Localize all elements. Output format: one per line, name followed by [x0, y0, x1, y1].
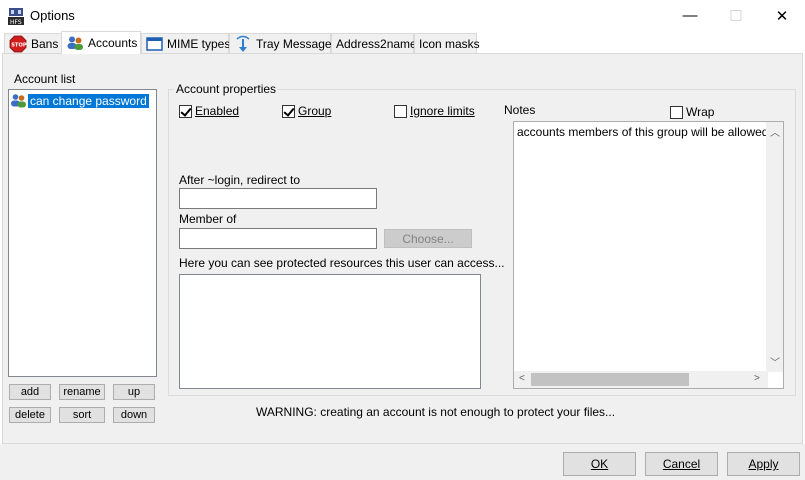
- notes-text: accounts members of this group will be a…: [517, 125, 784, 139]
- notes-textarea[interactable]: accounts members of this group will be a…: [513, 121, 784, 389]
- tab-label: Bans: [31, 36, 59, 51]
- stop-icon: STOP: [9, 35, 27, 52]
- tab-mime-types[interactable]: MIME types: [141, 33, 231, 53]
- tab-bans[interactable]: STOP Bans: [4, 33, 62, 53]
- notes-label: Notes: [504, 103, 536, 117]
- horizontal-scrollbar[interactable]: < >: [514, 371, 768, 388]
- ignore-limits-checkbox[interactable]: Ignore limits: [394, 104, 475, 118]
- button-label: Apply: [748, 457, 779, 471]
- down-button[interactable]: down: [113, 407, 155, 423]
- checkbox-box[interactable]: [670, 105, 683, 119]
- add-button[interactable]: add: [9, 384, 51, 400]
- apply-button[interactable]: Apply: [727, 452, 800, 476]
- tray-icon: [236, 35, 250, 52]
- tab-address2name[interactable]: Address2name: [331, 33, 417, 53]
- resources-list[interactable]: [179, 274, 481, 389]
- scroll-down-icon[interactable]: ﹀: [770, 354, 780, 369]
- tab-tray-message[interactable]: Tray Message: [229, 33, 332, 53]
- hfs-app-icon: HFS: [8, 7, 24, 26]
- checkbox-box[interactable]: [179, 104, 192, 118]
- resources-label: Here you can see protected resources thi…: [179, 256, 505, 270]
- account-properties-label: Account properties: [174, 82, 279, 96]
- checkbox-label: Ignore limits: [410, 104, 475, 118]
- tab-label: MIME types: [167, 36, 231, 51]
- scroll-up-icon[interactable]: ︿: [770, 124, 780, 139]
- scroll-right-icon[interactable]: >: [754, 373, 760, 384]
- close-button[interactable]: ✕: [759, 0, 805, 31]
- cancel-button[interactable]: Cancel: [645, 452, 718, 476]
- svg-text:STOP: STOP: [11, 42, 27, 48]
- delete-button[interactable]: delete: [9, 407, 51, 423]
- redirect-input[interactable]: [179, 188, 377, 209]
- tab-icon-masks[interactable]: Icon masks: [414, 33, 480, 53]
- account-list-label: Account list: [14, 72, 76, 86]
- tab-label: Tray Message: [256, 36, 332, 51]
- sort-button[interactable]: sort: [59, 407, 105, 423]
- enabled-checkbox[interactable]: Enabled: [179, 104, 239, 118]
- checkbox-box[interactable]: [394, 104, 407, 118]
- tab-label: Accounts: [88, 36, 138, 50]
- choose-button[interactable]: Choose...: [384, 229, 472, 248]
- tab-accounts[interactable]: Accounts: [61, 31, 141, 54]
- scrollbar-thumb[interactable]: [531, 373, 689, 386]
- checkbox-box[interactable]: [282, 104, 295, 118]
- minimize-button[interactable]: —: [667, 0, 713, 31]
- wrap-checkbox[interactable]: Wrap: [670, 105, 714, 119]
- rename-button[interactable]: rename: [59, 384, 105, 400]
- warning-text: WARNING: creating an account is not enou…: [256, 405, 616, 419]
- checkbox-label: Group: [298, 104, 332, 118]
- member-of-input[interactable]: [179, 228, 377, 249]
- vertical-scrollbar[interactable]: ︿ ﹀: [766, 122, 783, 372]
- svg-text:HFS: HFS: [10, 19, 22, 25]
- users-icon: [11, 94, 26, 108]
- maximize-button[interactable]: ☐: [713, 0, 759, 31]
- users-icon: [67, 36, 83, 50]
- list-item[interactable]: can change password: [10, 93, 149, 108]
- window-icon: [146, 36, 163, 51]
- group-checkbox[interactable]: Group: [282, 104, 331, 118]
- account-listbox[interactable]: can change password: [8, 89, 157, 377]
- member-of-label: Member of: [179, 212, 237, 226]
- button-label: Cancel: [662, 457, 701, 471]
- up-button[interactable]: up: [113, 384, 155, 400]
- tab-label: Icon masks: [419, 36, 480, 51]
- redirect-label: After ~login, redirect to: [179, 173, 301, 187]
- window-title: Options: [30, 8, 75, 23]
- ok-button[interactable]: OK: [563, 452, 636, 476]
- checkbox-label: Enabled: [195, 104, 240, 118]
- button-label: OK: [590, 457, 609, 471]
- list-item-label: can change password: [28, 93, 149, 108]
- checkbox-label: Wrap: [686, 105, 715, 119]
- tab-label: Address2name: [336, 36, 417, 51]
- scroll-left-icon[interactable]: <: [519, 373, 525, 384]
